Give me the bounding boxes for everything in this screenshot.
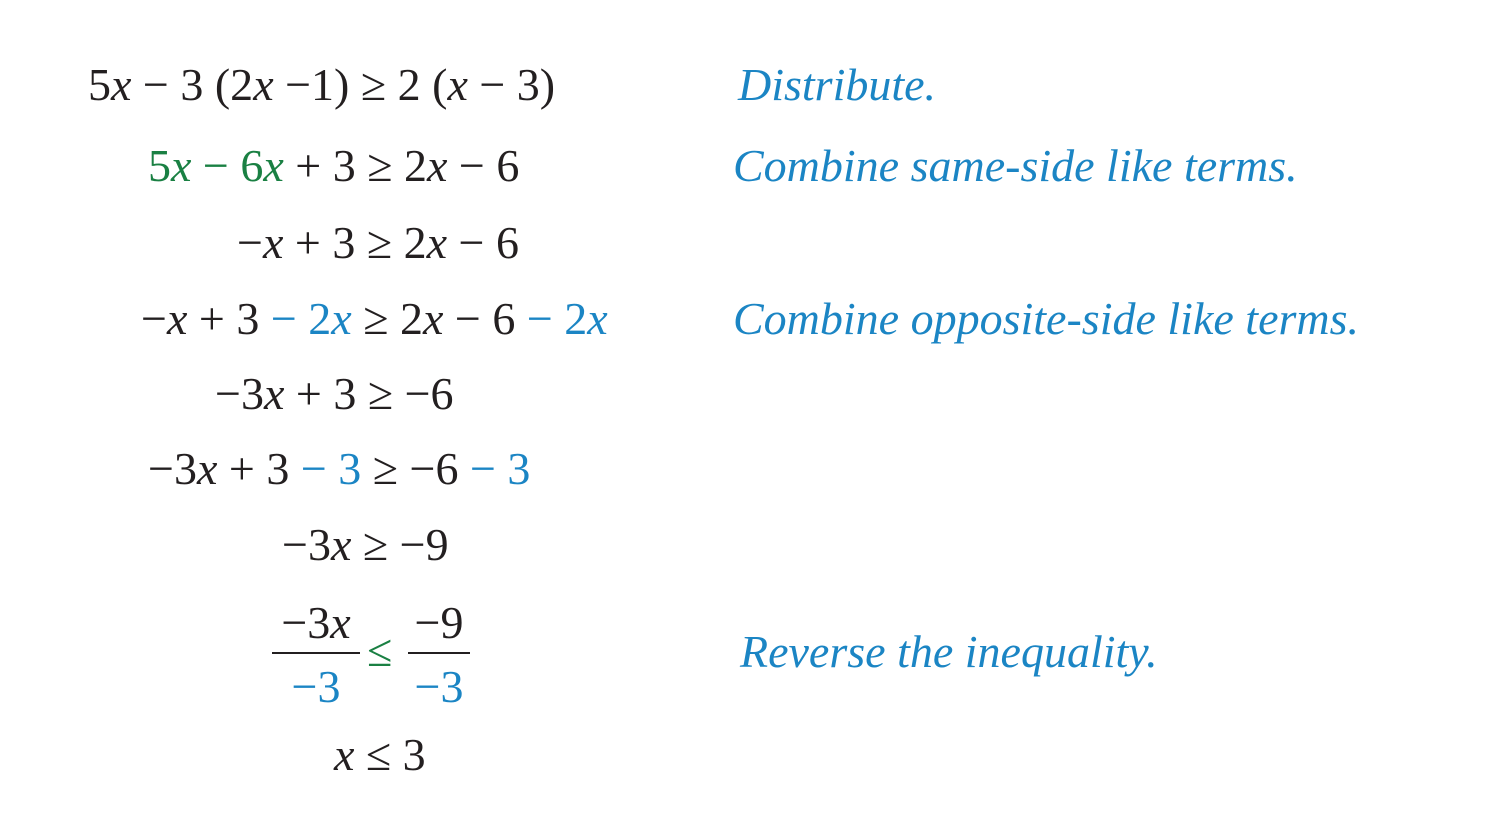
step-6-expression: −3x + 3 − 3 ≥ −6 − 3 <box>148 443 531 494</box>
step-4-expression: −x + 3 − 2x ≥ 2x − 6 − 2x <box>141 293 608 344</box>
left-denominator: −3 <box>291 661 341 712</box>
right-denominator: −3 <box>414 661 464 712</box>
step-7-expression: −3x ≥ −9 <box>282 519 449 570</box>
step-3-expression: −x + 3 ≥ 2x − 6 <box>237 217 519 268</box>
step-8-left-fraction: −3x −3 <box>272 600 360 710</box>
step-9-expression: x ≤ 3 <box>334 729 426 780</box>
left-numerator: −3x <box>281 597 351 648</box>
note-distribute: Distribute. <box>738 59 937 110</box>
note-combine-opposite-side: Combine opposite-side like terms. <box>733 293 1360 344</box>
note-combine-same-side: Combine same-side like terms. <box>733 140 1298 191</box>
step-5-expression: −3x + 3 ≥ −6 <box>215 368 454 419</box>
step-8-sign: ≤ <box>367 625 393 676</box>
note-reverse-inequality: Reverse the inequality. <box>740 626 1158 677</box>
step-1-expression: 5x − 3 (2x −1) ≥ 2 (x − 3) <box>88 59 556 110</box>
step-8-right-fraction: −9 −3 <box>408 600 470 710</box>
right-numerator: −9 <box>414 597 464 648</box>
step-2-expression: 5x − 6x + 3 ≥ 2x − 6 <box>148 140 520 191</box>
